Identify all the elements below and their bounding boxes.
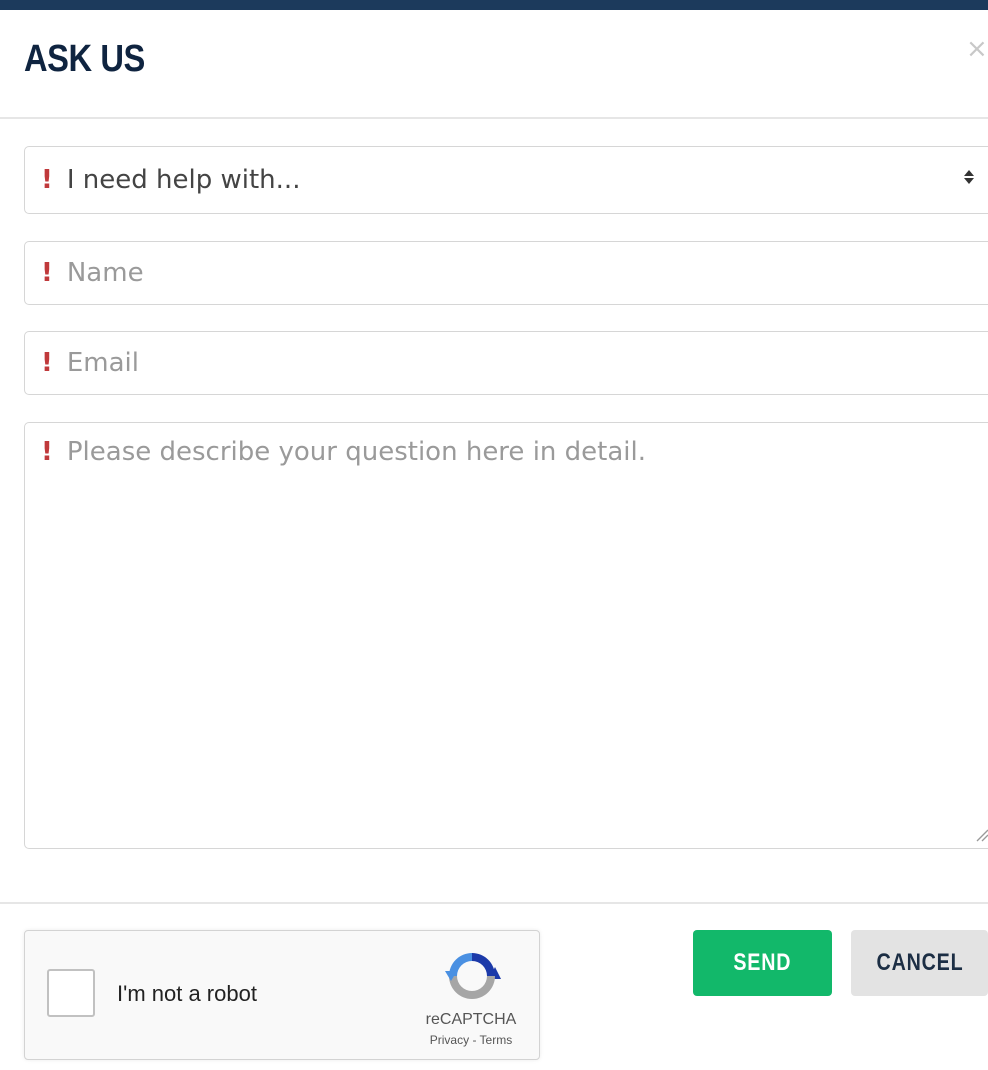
name-placeholder: Name (66, 258, 144, 288)
required-marker: ! (41, 165, 53, 195)
help-topic-select[interactable]: ! I need help with... (24, 146, 988, 214)
recaptcha-logo-icon (445, 953, 501, 999)
required-marker: ! (41, 258, 53, 288)
close-icon[interactable]: × (966, 34, 988, 64)
help-topic-selected-value: I need help with... (66, 165, 301, 195)
recaptcha-label: I'm not a robot (117, 981, 257, 1006)
question-placeholder: Please describe your question here in de… (66, 437, 646, 467)
recaptcha-brand: reCAPTCHA (425, 1011, 517, 1028)
recaptcha-links[interactable]: Privacy - Terms (415, 1033, 527, 1047)
required-marker: ! (41, 437, 53, 467)
recaptcha-widget: I'm not a robot reCAPTCHA Privacy - Term… (24, 930, 540, 1060)
modal-top-border (0, 0, 988, 10)
resize-grip-icon[interactable] (975, 827, 988, 846)
send-button-label: SEND (733, 949, 792, 976)
required-marker: ! (41, 348, 53, 378)
modal-title: ASK US (24, 38, 145, 80)
cancel-button-label: CANCEL (876, 949, 963, 976)
footer-divider (0, 902, 988, 904)
cancel-button[interactable]: CANCEL (851, 930, 988, 996)
recaptcha-checkbox[interactable] (47, 969, 95, 1017)
name-field[interactable]: ! Name (24, 241, 988, 305)
sort-arrows-icon (963, 169, 975, 185)
email-field[interactable]: ! Email (24, 331, 988, 395)
question-textarea[interactable]: ! Please describe your question here in … (24, 422, 988, 849)
send-button[interactable]: SEND (693, 930, 832, 996)
email-placeholder: Email (66, 348, 139, 378)
header-divider (0, 117, 988, 119)
